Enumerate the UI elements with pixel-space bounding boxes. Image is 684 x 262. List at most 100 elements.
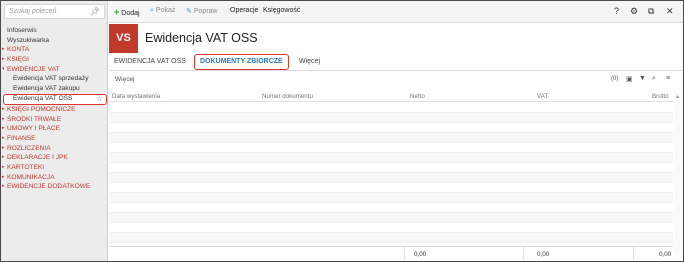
sidebar-item-label: ROZLICZENIA <box>7 144 51 152</box>
sidebar-item[interactable]: ▸ ŚRODKI TRWAŁE <box>1 115 108 125</box>
caret-right-icon: ▸ <box>2 125 5 132</box>
sidebar-item-label: KONTA <box>7 46 30 54</box>
sidebar-item-label: KSIĘGI <box>7 56 29 64</box>
caret-right-icon: ▸ <box>2 183 5 190</box>
column-separator <box>523 246 524 260</box>
table-row[interactable] <box>109 163 673 173</box>
sidebar-item-label: UMOWY I PŁACE <box>7 125 61 133</box>
record-count: (0) <box>611 76 619 82</box>
sidebar-item-label: Ewidencja VAT sprzedaży <box>13 75 89 83</box>
caret-right-icon: ▸ <box>2 46 5 53</box>
sidebar-item[interactable]: ▸ KSIĘGI POMOCNICZE <box>1 105 108 115</box>
accounting-menu[interactable]: Księgowość <box>263 7 300 14</box>
table-row[interactable] <box>109 203 673 213</box>
operations-menu[interactable]: Operacje <box>230 7 258 14</box>
gear-icon[interactable]: ⚙ <box>630 6 638 17</box>
sidebar-item[interactable]: ▸ KARTOTEKI <box>1 163 108 173</box>
menu-icon[interactable]: ≡ <box>666 75 670 82</box>
search-placeholder: Szukaj poleceń <box>9 8 57 15</box>
table-row[interactable] <box>109 103 673 113</box>
sidebar-item[interactable]: ▸ KOMUNIKACJA <box>1 173 108 183</box>
table-row[interactable] <box>109 223 673 233</box>
pencil-icon: ✎ <box>186 8 192 15</box>
edit-button[interactable]: ✎ Popraw <box>186 7 218 15</box>
sidebar-item[interactable]: Ewidencja VAT sprzedaży <box>1 74 108 84</box>
sidebar-item-label: Infoserwis <box>7 27 37 34</box>
sidebar-item[interactable]: Infoserwis <box>1 26 108 36</box>
add-button[interactable]: + Dodaj <box>114 7 140 17</box>
close-icon[interactable]: ✕ <box>666 6 674 17</box>
sidebar-item[interactable]: ▸ EWIDENCJE DODATKOWE <box>1 182 108 192</box>
sidebar-item-label: EWIDENCJE DODATKOWE <box>7 183 91 191</box>
sidebar-item[interactable]: ▸ DEKLARACJE I JPK <box>1 153 108 163</box>
grid-more-button[interactable]: Więcej <box>115 76 135 83</box>
search-icon[interactable]: ⌕ <box>652 75 656 83</box>
pin-icon[interactable]: 📌︎ <box>90 7 100 16</box>
vertical-scrollbar[interactable]: ▲ <box>674 92 682 255</box>
filter-icon[interactable]: ▼ <box>639 75 646 82</box>
table-row[interactable] <box>109 133 673 143</box>
scroll-up-icon[interactable]: ▲ <box>675 94 680 100</box>
table-row[interactable] <box>109 183 673 193</box>
total-vat: 0,00 <box>537 251 550 258</box>
sidebar-item-label: KARTOTEKI <box>7 163 45 171</box>
sidebar-item-label: Ewidencja VAT zakupu <box>13 85 80 93</box>
table-row[interactable] <box>109 113 673 123</box>
sidebar-item[interactable]: Ewidencja VAT OSS ☆ <box>3 93 107 105</box>
sidebar-item[interactable]: ▸ KONTA <box>1 45 108 55</box>
show-button[interactable]: ⌕ Pokaż <box>150 7 175 15</box>
table-header: Data wystawienia Numer dokumentu Netto V… <box>109 92 673 102</box>
plus-icon: + <box>114 7 120 17</box>
column-header-vat[interactable]: VAT <box>537 93 548 100</box>
total-brutto: 0,00 <box>659 251 672 258</box>
column-separator <box>633 246 634 260</box>
table-body <box>109 103 673 245</box>
tab-more[interactable]: Więcej <box>299 58 320 65</box>
sidebar-item[interactable]: ▸ KSIĘGI <box>1 55 108 65</box>
table-row[interactable] <box>109 173 673 183</box>
sidebar-menu: Infoserwis Wyszukiwarka ▸ KONTA ▸ KSIĘGI ▾ EWID… <box>1 26 108 192</box>
grid-toolbar: Więcej (0) ▣ ▼ ⌕ ≡ <box>109 72 683 88</box>
tab-ewidencja-vat-oss[interactable]: EWIDENCJA VAT OSS <box>114 58 186 65</box>
sidebar-item-label: EWIDENCJE VAT <box>7 65 60 73</box>
caret-right-icon: ▸ <box>2 154 5 161</box>
command-search-input[interactable]: Szukaj poleceń 📌︎ <box>4 4 105 19</box>
table-row[interactable] <box>109 213 673 223</box>
search-icon: ⌕ <box>150 7 154 14</box>
caret-right-icon: ▸ <box>2 115 5 122</box>
column-header-netto[interactable]: Netto <box>410 93 425 100</box>
total-netto: 0,00 <box>414 251 427 258</box>
column-header-date[interactable]: Data wystawienia <box>112 93 160 100</box>
sidebar-item[interactable]: Wyszukiwarka <box>1 36 108 46</box>
sidebar-item-label: Ewidencja VAT OSS <box>13 94 73 102</box>
tab-bar: EWIDENCJA VAT OSS DOKUMENTY ZBIORCZE Wię… <box>109 54 683 71</box>
column-header-document-number[interactable]: Numer dokumentu <box>262 93 313 100</box>
caret-right-icon: ▸ <box>2 134 5 141</box>
table-row[interactable] <box>109 143 673 153</box>
table-row[interactable] <box>109 123 673 133</box>
table-row[interactable] <box>109 193 673 203</box>
column-header-brutto[interactable]: Brutto <box>652 93 669 100</box>
restore-window-icon[interactable]: ⧉ <box>648 6 654 17</box>
sidebar-item[interactable]: ▸ UMOWY I PŁACE <box>1 124 108 134</box>
table-row[interactable] <box>109 153 673 163</box>
sidebar-item[interactable]: ▾ EWIDENCJE VAT <box>1 65 108 75</box>
module-badge: VS <box>109 24 138 53</box>
sidebar-item[interactable]: ▸ ROZLICZENIA <box>1 144 108 154</box>
sidebar-item-label: KOMUNIKACJA <box>7 173 55 181</box>
sidebar-item[interactable]: ▸ FINANSE <box>1 134 108 144</box>
caret-right-icon: ▸ <box>2 144 5 151</box>
column-separator <box>404 246 405 260</box>
totals-row: 0,00 0,00 0,00 <box>109 246 673 260</box>
caret-right-icon: ▸ <box>2 105 5 112</box>
sidebar-item[interactable]: Ewidencja VAT zakupu <box>1 84 108 94</box>
caret-right-icon: ▸ <box>2 56 5 63</box>
help-icon[interactable]: ? <box>614 6 619 16</box>
sidebar-item-label: DEKLARACJE I JPK <box>7 154 68 162</box>
sidebar-item-label: FINANSE <box>7 134 36 142</box>
export-icon[interactable]: ▣ <box>626 75 633 83</box>
tab-dokumenty-zbiorcze[interactable]: DOKUMENTY ZBIORCZE <box>194 54 289 70</box>
table-row[interactable] <box>109 233 673 243</box>
caret-right-icon: ▸ <box>2 173 5 180</box>
star-icon[interactable]: ☆ <box>96 94 103 104</box>
